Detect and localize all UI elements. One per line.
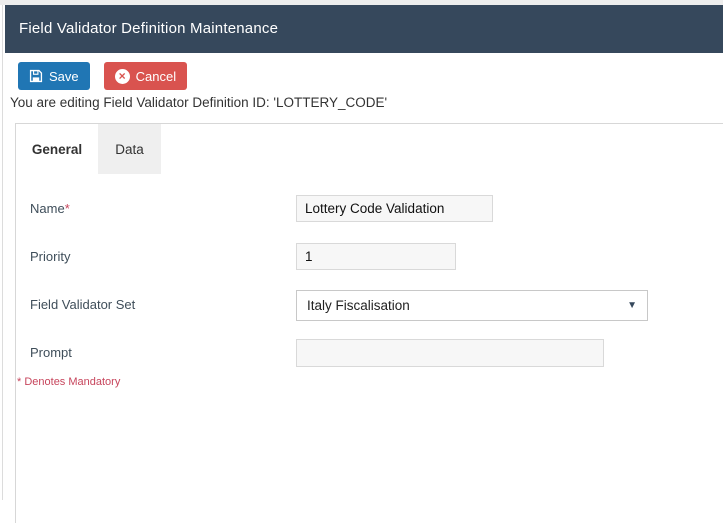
name-input[interactable] [296, 195, 493, 222]
mandatory-note: * Denotes Mandatory [17, 376, 120, 388]
cancel-button-label: Cancel [136, 69, 176, 84]
page-left-border [2, 5, 3, 500]
page-title: Field Validator Definition Maintenance [5, 5, 723, 53]
tab-panel: General Data [15, 123, 723, 523]
cancel-button[interactable]: × Cancel [104, 62, 187, 90]
save-button[interactable]: Save [18, 62, 90, 90]
toolbar: Save × Cancel [18, 62, 187, 90]
page-header: Field Validator Definition Maintenance [5, 5, 723, 53]
priority-input[interactable] [296, 243, 456, 270]
field-validator-definition-maintenance-page: Field Validator Definition Maintenance S… [0, 0, 723, 525]
tab-data[interactable]: Data [98, 124, 161, 174]
prompt-input[interactable] [296, 339, 604, 367]
editing-note: You are editing Field Validator Definiti… [10, 95, 387, 110]
field-validator-set-dropdown[interactable]: Italy Fiscalisation ▼ [296, 290, 648, 321]
priority-field-label: Priority [30, 249, 70, 264]
chevron-down-icon: ▼ [627, 301, 637, 311]
tabstrip: General Data [16, 124, 723, 174]
save-button-label: Save [49, 69, 79, 84]
floppy-disk-icon [29, 69, 43, 83]
prompt-field-label: Prompt [30, 345, 72, 360]
tab-general[interactable]: General [16, 124, 98, 174]
field-validator-set-value: Italy Fiscalisation [307, 298, 410, 313]
field-validator-set-label: Field Validator Set [30, 297, 135, 312]
name-label-text: Name [30, 201, 65, 216]
required-asterisk: * [65, 201, 70, 216]
name-field-label: Name* [30, 201, 70, 216]
circle-x-icon: × [115, 69, 130, 84]
